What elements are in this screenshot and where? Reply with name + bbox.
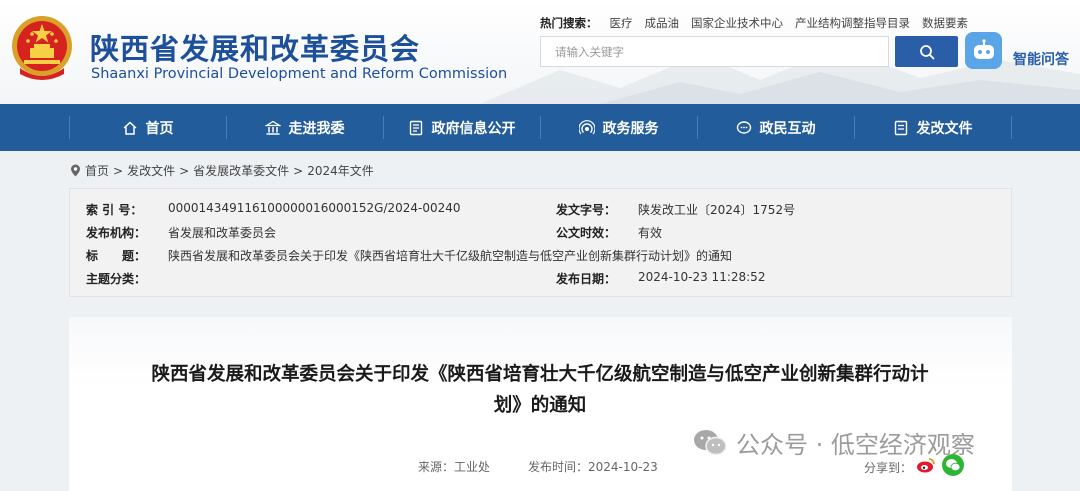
- hot-search-label: 热门搜索：: [540, 16, 598, 30]
- assistant-button[interactable]: [965, 32, 1002, 69]
- hot-search-link[interactable]: 医疗: [610, 15, 633, 31]
- document-info-table: 索 引 号： 000014349116100000016000152G/2024…: [69, 188, 1012, 297]
- site-title: 陕西省发展和改革委员会: [90, 32, 421, 66]
- hot-search: 热门搜索： 医疗 成品油 国家企业技术中心 产业结构调整指导目录 数据要素: [540, 15, 968, 31]
- info-label: 发布机构：: [86, 226, 147, 240]
- info-label: 主题分类：: [86, 272, 147, 286]
- building-icon: [264, 120, 281, 135]
- breadcrumb-item[interactable]: 首页: [85, 162, 109, 179]
- info-label: 索 引 号：: [86, 203, 143, 217]
- file-icon: [894, 120, 907, 135]
- article-source: 来源：工业处: [418, 460, 491, 474]
- main-nav: 首页 走进我委 政府信息公开 政务服务 政民互动 发改文件: [0, 104, 1080, 151]
- nav-item-documents[interactable]: 发改文件: [854, 104, 1011, 151]
- info-row: 主题分类： 发布日期： 2024-10-23 11:28:52: [70, 270, 1013, 290]
- hot-search-link[interactable]: 产业结构调整指导目录: [795, 15, 910, 31]
- breadcrumb-separator: >: [293, 163, 304, 178]
- doc-number-value: 陕发改工业〔2024〕1752号: [638, 203, 796, 217]
- info-row: 标 题： 陕西省发展和改革委员会关于印发《陕西省培育壮大千亿级航空制造与低空产业…: [70, 247, 1013, 267]
- hot-search-link[interactable]: 数据要素: [922, 15, 968, 31]
- info-row: 发布机构： 省发展和改革委员会 公文时效： 有效: [70, 224, 1013, 244]
- watermark-text: 公众号 · 低空经济观察: [736, 431, 975, 459]
- nav-item-label: 政务服务: [602, 120, 659, 137]
- search-input[interactable]: [540, 36, 889, 67]
- assistant-label[interactable]: 智能问答: [1013, 49, 1069, 69]
- national-emblem-icon: [12, 16, 72, 80]
- breadcrumb-separator: >: [179, 163, 190, 178]
- hot-search-link[interactable]: 成品油: [645, 15, 680, 31]
- nav-item-label: 走进我委: [288, 120, 345, 137]
- watermark: 公众号 · 低空经济观察: [692, 425, 975, 460]
- wechat-watermark-icon: [694, 429, 727, 455]
- info-label: 公文时效：: [556, 226, 617, 240]
- article-title: 陕西省发展和改革委员会关于印发《陕西省培育壮大千亿级航空制造与低空产业创新集群行…: [100, 359, 980, 421]
- breadcrumb-item[interactable]: 2024年文件: [307, 162, 374, 179]
- index-number-value: 000014349116100000016000152G/2024-00240: [168, 201, 461, 215]
- breadcrumb-item[interactable]: 发改文件: [127, 162, 175, 179]
- breadcrumb-item[interactable]: 省发展改革委文件: [193, 162, 289, 179]
- nav-item-home[interactable]: 首页: [69, 104, 226, 151]
- site-header: 陕西省发展和改革委员会 Shaanxi Provincial Developme…: [0, 0, 1080, 104]
- nav-item-services[interactable]: 政务服务: [540, 104, 697, 151]
- home-icon: [122, 120, 137, 135]
- breadcrumb-separator: >: [113, 163, 124, 178]
- weibo-icon[interactable]: [915, 454, 937, 476]
- article-publish-time: 发布时间：2024-10-23: [528, 460, 658, 474]
- nav-item-label: 首页: [145, 120, 174, 137]
- wechat-icon[interactable]: [942, 454, 964, 476]
- share-label: 分享到：: [864, 461, 913, 475]
- info-label: 发布日期：: [556, 272, 617, 286]
- info-label: 发文字号：: [556, 203, 617, 217]
- location-pin-icon: [71, 164, 80, 177]
- nav-item-label: 政府信息公开: [431, 120, 516, 137]
- breadcrumb: 首页 > 发改文件 > 省发展改革委文件 > 2024年文件: [70, 162, 374, 179]
- nav-item-info-disclosure[interactable]: 政府信息公开: [383, 104, 540, 151]
- article-title-line: 划》的通知: [493, 395, 587, 416]
- nav-divider: [1011, 116, 1012, 139]
- document-icon: [409, 120, 422, 135]
- validity-value: 有效: [638, 226, 663, 240]
- publish-date-value: 2024-10-23 11:28:52: [638, 270, 766, 284]
- info-label: 标 题：: [86, 249, 147, 263]
- issuer-value: 省发展和改革委员会: [168, 226, 277, 240]
- robot-icon: [973, 38, 994, 59]
- article-title-line: 陕西省发展和改革委员会关于印发《陕西省培育壮大千亿级航空制造与低空产业创新集群行…: [151, 364, 929, 385]
- chat-icon: [736, 120, 751, 134]
- search-button[interactable]: [895, 36, 958, 67]
- info-row: 索 引 号： 000014349116100000016000152G/2024…: [70, 201, 1013, 221]
- nav-item-interaction[interactable]: 政民互动: [697, 104, 854, 151]
- nav-item-about[interactable]: 走进我委: [226, 104, 383, 151]
- service-icon: [578, 119, 595, 134]
- nav-item-label: 发改文件: [916, 120, 973, 137]
- nav-item-label: 政民互动: [759, 120, 816, 137]
- hot-search-link[interactable]: 国家企业技术中心: [691, 15, 783, 31]
- site-subtitle-en: Shaanxi Provincial Development and Refor…: [91, 66, 508, 82]
- search-icon: [919, 44, 934, 59]
- doc-title-value: 陕西省发展和改革委员会关于印发《陕西省培育壮大千亿级航空制造与低空产业创新集群行…: [168, 249, 733, 263]
